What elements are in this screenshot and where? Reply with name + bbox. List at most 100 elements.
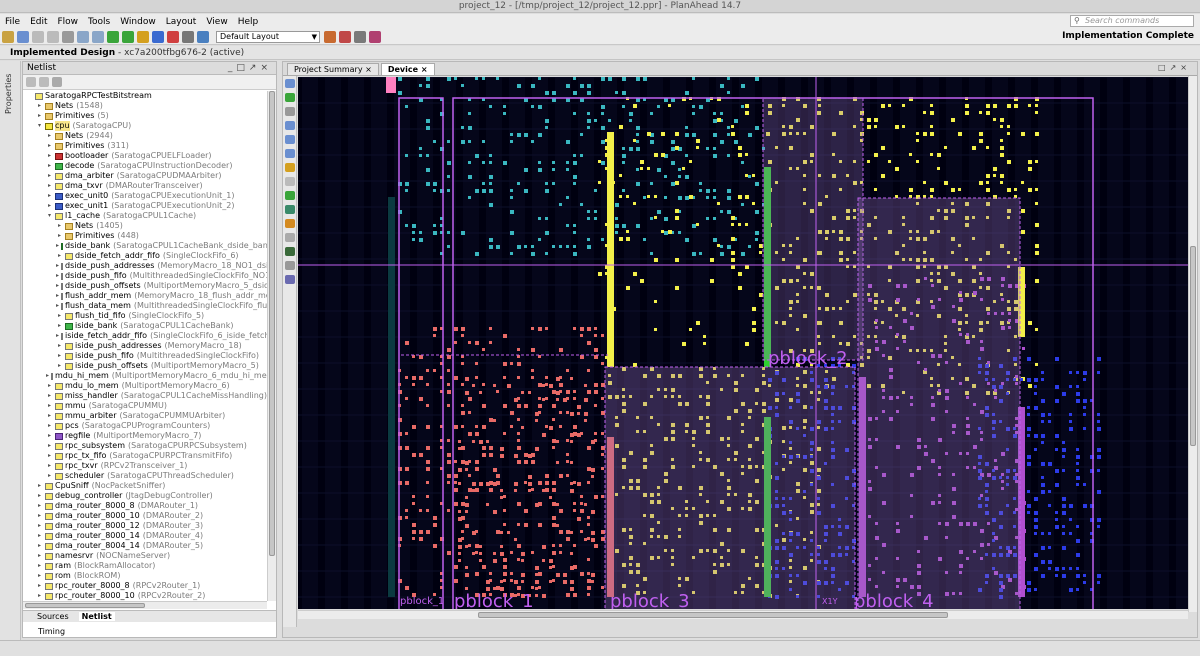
- expand-toggle-icon[interactable]: ▸: [36, 551, 43, 561]
- netlist-tree-row[interactable]: ▸ Nets (1405): [23, 221, 267, 231]
- collapse-toggle-icon[interactable]: ▾: [46, 211, 53, 221]
- device-vscroll-thumb[interactable]: [1190, 246, 1196, 446]
- expand-toggle-icon[interactable]: ▸: [46, 381, 53, 391]
- layout-save-icon[interactable]: [324, 30, 336, 43]
- expand-toggle-icon[interactable]: ▸: [56, 251, 63, 261]
- netlist-tree-row[interactable]: ▸ dma_arbiter (SaratogaCPUDMAArbiter): [23, 171, 267, 181]
- netlist-tree-row[interactable]: SaratogaRPCTestBitstream: [23, 91, 267, 101]
- collapse-all-icon[interactable]: [26, 77, 36, 87]
- netlist-tree-row[interactable]: ▸ dma_router_8000_8 (DMARouter_1): [23, 501, 267, 511]
- expand-toggle-icon[interactable]: ▸: [46, 191, 53, 201]
- netlist-tree-row[interactable]: ▸ bootloader (SaratogaCPUELFLoader): [23, 151, 267, 161]
- expand-toggle-icon[interactable]: ▸: [36, 591, 43, 601]
- device-panel-controls-icon[interactable]: □↗×: [1158, 63, 1191, 72]
- expand-toggle-icon[interactable]: ▸: [56, 231, 63, 241]
- pan-icon[interactable]: [285, 177, 295, 186]
- expand-toggle-icon[interactable]: ▸: [56, 321, 63, 331]
- expand-toggle-icon[interactable]: ▸: [56, 241, 59, 251]
- expand-toggle-icon[interactable]: ▸: [56, 261, 59, 271]
- expand-toggle-icon[interactable]: ▸: [36, 541, 43, 551]
- menu-view[interactable]: View: [201, 17, 232, 27]
- menu-edit[interactable]: Edit: [25, 17, 52, 27]
- netlist-tree-row[interactable]: ▸ dside_push_addresses (MemoryMacro_18_NO1…: [23, 261, 267, 271]
- expand-toggle-icon[interactable]: ▸: [36, 511, 43, 521]
- route-icon[interactable]: [285, 205, 295, 214]
- netlist-hscrollbar[interactable]: [23, 601, 267, 609]
- netlist-tree-row[interactable]: ▸ iside_push_addresses (MemoryMacro_18): [23, 341, 267, 351]
- expand-toggle-icon[interactable]: ▸: [46, 431, 53, 441]
- expand-toggle-icon[interactable]: ▸: [46, 141, 53, 151]
- paste-icon[interactable]: [47, 30, 59, 43]
- expand-toggle-icon[interactable]: ▸: [56, 281, 59, 291]
- stop-icon[interactable]: [167, 30, 179, 43]
- netlist-tree-row[interactable]: ▸ iside_bank (SaratogaCPUL1CacheBank): [23, 321, 267, 331]
- zoom-out-icon[interactable]: [285, 135, 295, 144]
- netlist-tree-row[interactable]: ▸ namesrvr (NOCNameServer): [23, 551, 267, 561]
- tools-icon[interactable]: [182, 30, 194, 43]
- expand-toggle-icon[interactable]: ▸: [46, 391, 53, 401]
- panel-controls-icon[interactable]: _□↗×: [228, 62, 272, 75]
- measure-icon[interactable]: [285, 261, 295, 270]
- netlist-tree-row[interactable]: ▸ CpuSniff (NocPacketSniffer): [23, 481, 267, 491]
- open-icon[interactable]: [2, 30, 14, 43]
- save-icon[interactable]: [17, 30, 29, 43]
- delete-icon[interactable]: [62, 30, 74, 43]
- netlist-tree-row[interactable]: ▸ decode (SaratogaCPUInstructionDecoder): [23, 161, 267, 171]
- window-icon[interactable]: [197, 30, 209, 43]
- expand-toggle-icon[interactable]: ▸: [56, 221, 63, 231]
- netlist-tree-row[interactable]: ▸ iside_fetch_addr_fifo (SingleClockFifo_6…: [23, 331, 267, 341]
- layers-icon[interactable]: [285, 275, 295, 284]
- expand-toggle-icon[interactable]: ▸: [46, 371, 49, 381]
- expand-toggle-icon[interactable]: ▸: [36, 531, 43, 541]
- netlist-tree-row[interactable]: ▸ ram (BlockRamAllocator): [23, 561, 267, 571]
- expand-toggle-icon[interactable]: ▸: [46, 181, 53, 191]
- expand-toggle-icon[interactable]: ▸: [46, 131, 53, 141]
- netlist-tree-row[interactable]: ▸ rpc_tx_fifo (SaratogaCPURPCTransmitFifo): [23, 451, 267, 461]
- expand-toggle-icon[interactable]: ▸: [36, 581, 43, 591]
- menu-layout[interactable]: Layout: [161, 17, 202, 27]
- expand-toggle-icon[interactable]: ▸: [56, 301, 59, 311]
- zoom-fit-icon[interactable]: [285, 149, 295, 158]
- netlist-tree-row[interactable]: ▸ exec_unit1 (SaratogaCPUExecutionUnit_2): [23, 201, 267, 211]
- expand-toggle-icon[interactable]: ▸: [46, 151, 53, 161]
- pblock-2-rect[interactable]: [762, 97, 864, 361]
- layout-select[interactable]: Default Layout ▼: [216, 30, 320, 43]
- expand-toggle-icon[interactable]: ▸: [46, 411, 53, 421]
- undo-icon[interactable]: [77, 30, 89, 43]
- netlist-tree-row[interactable]: ▸ rom (BlockROM): [23, 571, 267, 581]
- expand-toggle-icon[interactable]: ▸: [56, 331, 59, 341]
- device-canvas[interactable]: pblock_1 pblock_1 pblock_2 pblock_3 X1Y …: [298, 77, 1188, 609]
- netlist-tree-row[interactable]: ▸ Primitives (311): [23, 141, 267, 151]
- expand-toggle-icon[interactable]: ▸: [36, 481, 43, 491]
- expand-toggle-icon[interactable]: ▸: [36, 501, 43, 511]
- netlist-tree-row[interactable]: ▸ dma_router_8004_14 (DMARouter_5): [23, 541, 267, 551]
- netlist-tree-row[interactable]: ▸ pcs (SaratogaCPUProgramCounters): [23, 421, 267, 431]
- expand-toggle-icon[interactable]: ▸: [46, 201, 53, 211]
- select-icon[interactable]: [285, 79, 295, 88]
- run-icon[interactable]: [107, 30, 119, 43]
- menu-window[interactable]: Window: [115, 17, 161, 27]
- expand-toggle-icon[interactable]: ▸: [46, 461, 53, 471]
- netlist-tree-row[interactable]: ▸ dma_txvr (DMARouterTransceiver): [23, 181, 267, 191]
- netlist-tree-row[interactable]: ▸ mdu_hi_mem (MultiportMemoryMacro_6_mdu_h…: [23, 371, 267, 381]
- netlist-tree-row[interactable]: ▸ dside_push_offsets (MultiportMemoryMacro…: [23, 281, 267, 291]
- netlist-tree-row[interactable]: ▸ rpc_router_8000_10 (RPCv2Router_2): [23, 591, 267, 601]
- bitgen-icon[interactable]: [137, 30, 149, 43]
- netlist-hscroll-thumb[interactable]: [25, 603, 145, 608]
- expand-toggle-icon[interactable]: ▸: [46, 161, 53, 171]
- device-vscrollbar[interactable]: [1188, 76, 1197, 612]
- netlist-vscroll-thumb[interactable]: [269, 91, 275, 556]
- expand-toggle-icon[interactable]: ▸: [56, 341, 63, 351]
- expand-toggle-icon[interactable]: ▸: [36, 571, 43, 581]
- properties-tab[interactable]: Properties: [4, 66, 17, 122]
- expand-toggle-icon[interactable]: ▸: [56, 311, 63, 321]
- netlist-tree-row[interactable]: ▸ debug_controller (JtagDebugController): [23, 491, 267, 501]
- redo-icon[interactable]: [92, 30, 104, 43]
- back-icon[interactable]: [285, 93, 295, 102]
- tab-timing[interactable]: Timing: [22, 626, 122, 637]
- netlist-tree-row[interactable]: ▸ flush_data_mem (MultithreadedSingleClock…: [23, 301, 267, 311]
- netlist-tree-row[interactable]: ▸ dma_router_8000_10 (DMARouter_2): [23, 511, 267, 521]
- expand-toggle-icon[interactable]: ▸: [36, 491, 43, 501]
- highlight-icon[interactable]: [285, 247, 295, 256]
- settings-icon[interactable]: [152, 30, 164, 43]
